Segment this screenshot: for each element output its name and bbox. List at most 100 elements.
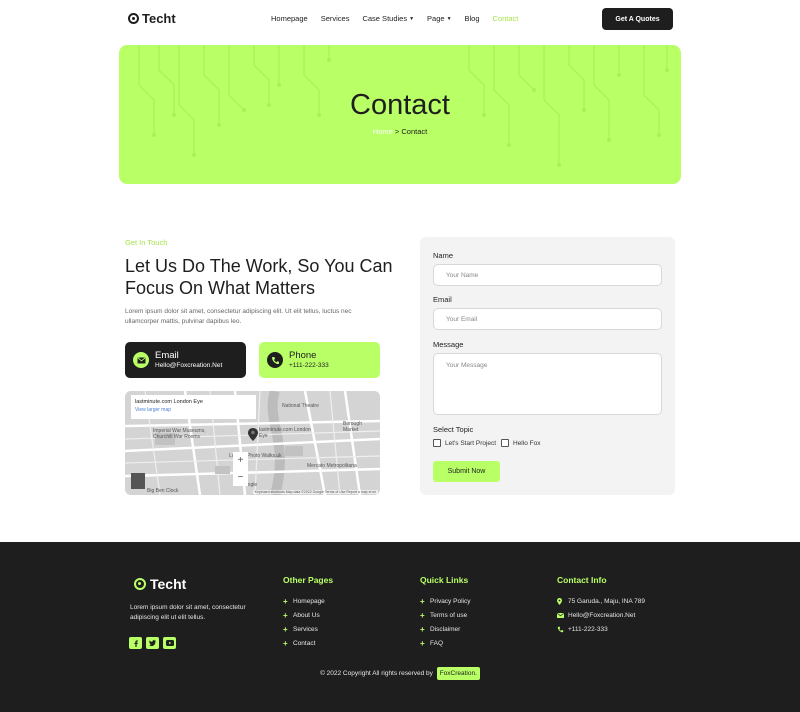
footer-link-label: About Us <box>293 611 320 619</box>
logo-text: Techt <box>142 11 176 26</box>
checkbox[interactable] <box>501 439 509 447</box>
message-label: Message <box>433 340 464 349</box>
map-label: Imperial War Museums, Churchill War Room… <box>153 428 206 440</box>
contact-phone-text: +111-222-333 <box>568 625 608 633</box>
other-pages-heading: Other Pages <box>283 575 334 585</box>
footer-link-about-us[interactable]: + About Us <box>283 608 325 622</box>
brand-link[interactable]: FoxCreation. <box>436 667 480 680</box>
contact-phone[interactable]: +111-222-333 <box>557 622 645 636</box>
phone-card-value: +111-222-333 <box>289 362 329 369</box>
footer-link-terms[interactable]: + Terms of use <box>420 608 470 622</box>
breadcrumb-current: Contact <box>401 127 428 136</box>
get-quotes-button[interactable]: Get A Quotes <box>602 8 673 30</box>
plus-icon: + <box>420 610 425 620</box>
phone-card-title: Phone <box>289 350 317 361</box>
topic-option-hello-fox[interactable]: Hello Fox <box>501 439 540 447</box>
footer-link-privacy-policy[interactable]: + Privacy Policy <box>420 594 470 608</box>
quick-links-heading: Quick Links <box>420 575 469 585</box>
twitter-icon[interactable] <box>146 637 159 649</box>
section-lead: Lorem ipsum dolor sit amet, consectetur … <box>125 308 352 325</box>
footer-link-label: Homepage <box>293 597 325 605</box>
plus-icon: + <box>283 639 288 649</box>
page-hero: Contact Home > Contact <box>119 45 681 184</box>
footer-link-label: Terms of use <box>430 611 468 619</box>
phone-card[interactable]: Phone +111-222-333 <box>259 342 380 378</box>
copyright-text: © 2022 Copyright All rights reserved by <box>320 670 433 677</box>
email-label: Email <box>433 295 452 304</box>
contact-email[interactable]: Hello@Foxcreation.Net <box>557 608 645 622</box>
breadcrumb: Home > Contact <box>119 127 681 136</box>
nav-label: Services <box>320 14 350 23</box>
plus-icon: + <box>420 624 425 634</box>
site-header: Techt Homepage Services Case Studies ▼ Pa… <box>0 0 800 38</box>
other-pages-list: + Homepage + About Us + Services + Contact <box>283 594 325 651</box>
name-field[interactable] <box>433 264 662 286</box>
footer-link-label: FAQ <box>430 640 444 648</box>
caret-down-icon: ▼ <box>409 16 415 22</box>
nav-label: Blog <box>464 14 480 23</box>
footer-link-label: Disclaimer <box>430 625 461 633</box>
map-pin-icon[interactable] <box>248 428 258 441</box>
contact-info-heading: Contact Info <box>557 575 607 585</box>
topic-option-start-project[interactable]: Let's Start Project <box>433 439 496 447</box>
footer-link-label: Services <box>293 625 318 633</box>
zoom-in-button[interactable]: + <box>233 452 248 469</box>
footer-link-faq[interactable]: + FAQ <box>420 637 470 651</box>
footer-link-label: Privacy Policy <box>430 597 471 605</box>
footer-link-contact[interactable]: + Contact <box>283 637 325 651</box>
nav-item-homepage[interactable]: Homepage <box>271 14 308 23</box>
facebook-icon[interactable] <box>129 637 142 649</box>
map-embed[interactable]: lastminute.com London Eye View larger ma… <box>125 391 380 495</box>
email-field[interactable] <box>433 308 662 330</box>
plus-icon: + <box>420 596 425 606</box>
plus-icon: + <box>420 639 425 649</box>
nav-label: Homepage <box>271 14 308 23</box>
logo[interactable]: Techt <box>128 11 176 26</box>
plus-icon: + <box>283 596 288 606</box>
topic-option-label: Hello Fox <box>513 439 541 447</box>
footer-link-homepage[interactable]: + Homepage <box>283 594 325 608</box>
youtube-icon[interactable] <box>163 637 176 649</box>
contact-email-text: Hello@Foxcreation.Net <box>568 611 636 619</box>
plus-icon: + <box>283 624 288 634</box>
nav-item-blog[interactable]: Blog <box>465 14 480 23</box>
submit-button[interactable]: Submit Now <box>433 461 500 482</box>
nav-label: Page <box>427 14 445 23</box>
email-card[interactable]: Email Hello@Foxcreation.Net <box>125 342 246 378</box>
nav-item-page[interactable]: Page ▼ <box>427 14 451 23</box>
plus-icon: + <box>283 610 288 620</box>
quick-links-list: + Privacy Policy + Terms of use + Disclaime… <box>420 594 470 651</box>
map-label: Big Ben Clock <box>147 488 179 494</box>
topic-option-label: Let's Start Project <box>445 439 497 447</box>
nav-label: Case Studies <box>362 14 408 23</box>
footer-link-services[interactable]: + Services <box>283 622 325 636</box>
footer-link-disclaimer[interactable]: + Disclaimer <box>420 622 470 636</box>
page-title: Contact <box>350 89 450 121</box>
mail-icon <box>557 612 565 618</box>
phone-icon <box>267 352 283 368</box>
mail-icon <box>133 352 149 368</box>
nav-item-contact[interactable]: Contact <box>493 14 519 23</box>
name-label: Name <box>433 251 454 260</box>
topic-label: Select Topic <box>433 425 474 434</box>
footer-logo-text: Techt <box>150 576 187 592</box>
breadcrumb-home-link[interactable]: Home <box>373 127 393 136</box>
site-footer <box>0 542 800 712</box>
nav-item-services[interactable]: Services <box>321 14 350 23</box>
message-field[interactable] <box>433 353 662 415</box>
map-info-box: lastminute.com London Eye View larger ma… <box>131 395 256 419</box>
map-label: lastminute.com London Eye <box>259 427 311 439</box>
nav-item-case-studies[interactable]: Case Studies ▼ <box>362 14 414 23</box>
copyright: © 2022 Copyright All rights reserved by … <box>0 667 800 680</box>
nav-label: Contact <box>492 14 519 23</box>
zoom-out-button[interactable]: − <box>233 469 248 486</box>
footer-about: Lorem ipsum dolor sit amet, consectetur … <box>130 604 246 621</box>
contact-address-text: 75 Garuda., Maju, INA 789 <box>568 597 645 605</box>
footer-logo[interactable]: Techt <box>134 576 186 592</box>
map-zoom-controls: + − <box>233 452 248 486</box>
checkbox[interactable] <box>433 439 441 447</box>
section-eyebrow: Get In Touch <box>125 238 168 247</box>
email-card-title: Email <box>155 350 179 361</box>
view-larger-map-link[interactable]: View larger map <box>135 407 252 413</box>
contact-address: 75 Garuda., Maju, INA 789 <box>557 594 645 608</box>
